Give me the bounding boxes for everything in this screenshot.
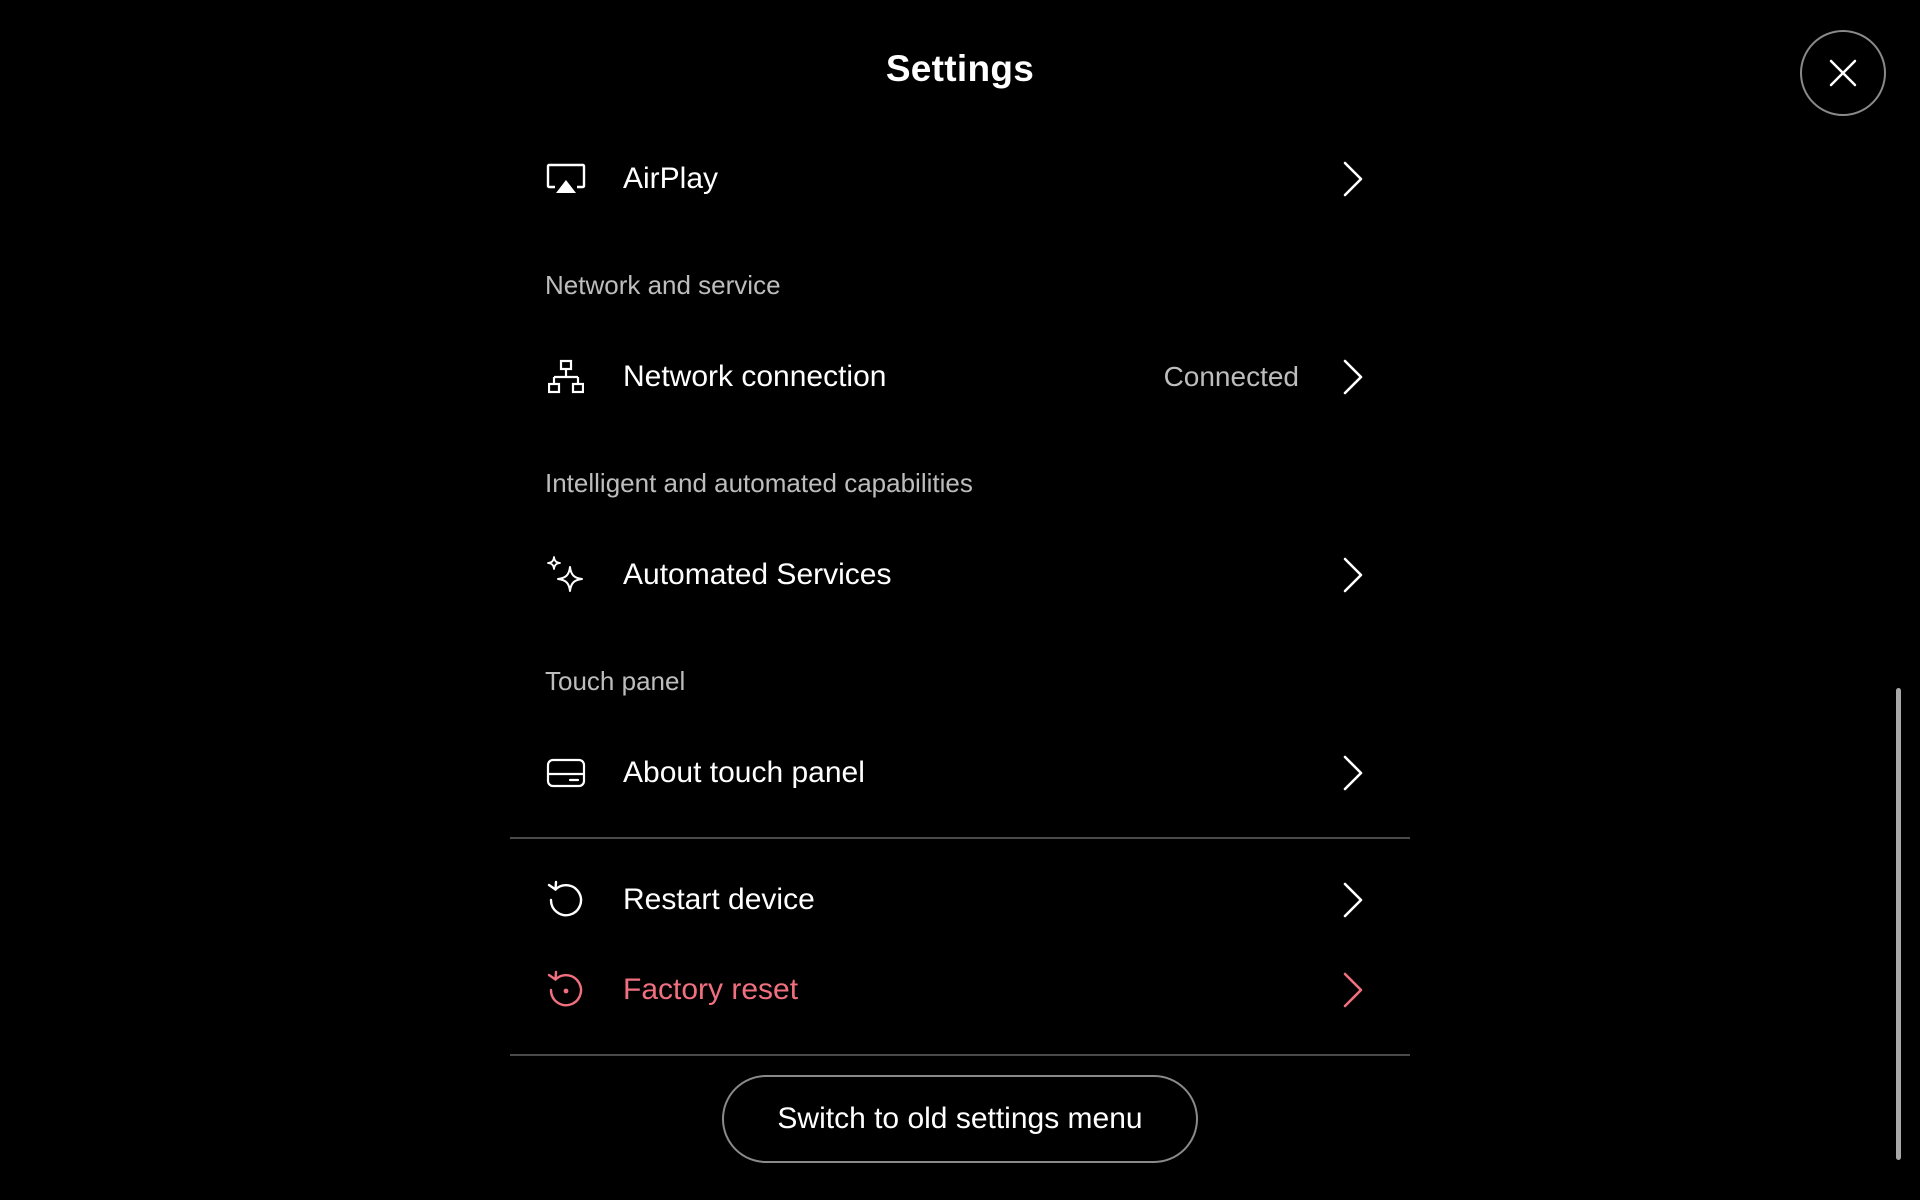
settings-page: Settings AirPlay Network and service Net…	[0, 0, 1920, 1200]
network-icon	[545, 356, 587, 398]
sparkle-icon	[545, 554, 587, 596]
airplay-label: AirPlay	[623, 162, 719, 195]
chevron-right-icon	[1339, 555, 1367, 595]
restart-device-label: Restart device	[623, 883, 815, 916]
chevron-right-icon	[1339, 970, 1367, 1010]
network-connection-row[interactable]: Network connection Connected	[545, 339, 1375, 415]
airplay-icon	[545, 158, 587, 200]
chevron-right-icon	[1339, 357, 1367, 397]
airplay-row[interactable]: AirPlay	[545, 141, 1375, 217]
network-connection-label: Network connection	[623, 360, 887, 393]
divider	[510, 1054, 1410, 1056]
switch-to-old-settings-button[interactable]: Switch to old settings menu	[722, 1075, 1198, 1163]
automated-services-row[interactable]: Automated Services	[545, 537, 1375, 613]
close-button[interactable]	[1800, 30, 1886, 116]
automated-services-label: Automated Services	[623, 558, 892, 591]
factory-reset-row[interactable]: Factory reset	[545, 952, 1375, 1028]
factory-reset-label: Factory reset	[623, 973, 799, 1006]
chevron-right-icon	[1339, 159, 1367, 199]
restart-icon	[545, 879, 587, 921]
about-touch-panel-row[interactable]: About touch panel	[545, 735, 1375, 811]
restart-device-row[interactable]: Restart device	[545, 862, 1375, 938]
chevron-right-icon	[1339, 880, 1367, 920]
about-touch-panel-label: About touch panel	[623, 756, 865, 789]
section-header-touch-panel: Touch panel	[545, 666, 686, 696]
chevron-right-icon	[1339, 753, 1367, 793]
close-icon	[1829, 59, 1857, 87]
section-header-intelligent: Intelligent and automated capabilities	[545, 468, 973, 498]
network-status: Connected	[1163, 361, 1299, 392]
section-header-network: Network and service	[545, 270, 781, 300]
touch-panel-icon	[545, 752, 587, 794]
page-title: Settings	[885, 48, 1035, 89]
divider	[510, 837, 1410, 839]
factory-reset-icon	[545, 969, 587, 1011]
scrollbar[interactable]	[1896, 688, 1901, 1160]
